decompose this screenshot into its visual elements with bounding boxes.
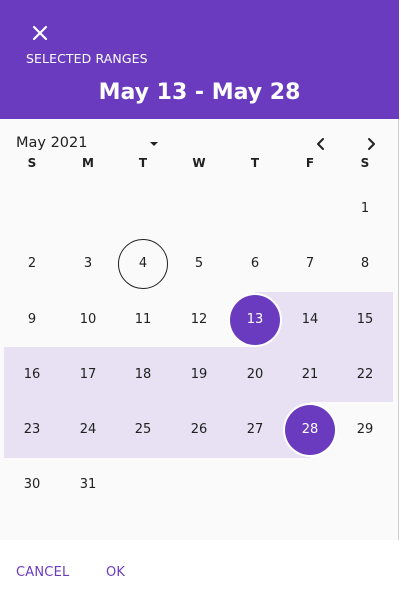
weekday-label: S [27,156,37,170]
calendar-day[interactable]: 26 [174,405,224,455]
date-range-picker-dialog: SELECTED RANGES May 13 - May 28 May 2021… [0,0,399,601]
previous-month-button[interactable] [309,132,333,156]
calendar-day[interactable]: 8 [340,239,390,289]
weekday-label: S [360,156,370,170]
calendar-day[interactable]: 30 [7,460,57,510]
calendar-day[interactable]: 18 [118,350,168,400]
calendar-day[interactable]: 14 [285,295,335,345]
calendar-day[interactable]: 29 [340,405,390,455]
calendar-day[interactable]: 24 [63,405,113,455]
calendar-day[interactable]: 27 [230,405,280,455]
calendar-day[interactable]: 16 [7,350,57,400]
calendar-day[interactable]: 23 [7,405,57,455]
close-icon [32,25,48,41]
month-dropdown-button[interactable] [144,134,164,154]
next-month-button[interactable] [359,132,383,156]
calendar-day[interactable]: 3 [63,239,113,289]
calendar-day[interactable]: 19 [174,350,224,400]
calendar-day[interactable]: 25 [118,405,168,455]
calendar-day[interactable]: 10 [63,295,113,345]
range-start-day[interactable]: 13 [230,295,280,345]
close-button[interactable] [26,19,54,47]
calendar-day[interactable]: 6 [230,239,280,289]
selected-range-title: May 13 - May 28 [98,80,301,105]
calendar-day[interactable]: 9 [7,295,57,345]
calendar-day[interactable]: 7 [285,239,335,289]
calendar-day[interactable]: 12 [174,295,224,345]
calendar-day[interactable]: 22 [340,350,390,400]
picker-header: SELECTED RANGES May 13 - May 28 [0,0,399,119]
calendar-day[interactable]: 11 [118,295,168,345]
calendar-day[interactable]: 17 [63,350,113,400]
calendar-day[interactable]: 1 [340,184,390,234]
month-year-label[interactable]: May 2021 [16,135,88,151]
selected-ranges-label: SELECTED RANGES [26,51,148,66]
calendar-day[interactable]: 21 [285,350,335,400]
calendar-day[interactable]: 5 [174,239,224,289]
cancel-button[interactable]: CANCEL [16,565,69,580]
caret-down-icon [150,142,158,146]
weekday-label: W [192,156,206,170]
calendar-day[interactable]: 4 [118,239,168,289]
calendar-day[interactable]: 15 [340,295,390,345]
chevron-left-icon [317,138,324,150]
weekday-label: F [305,156,315,170]
chevron-right-icon [368,138,375,150]
weekday-label: T [138,156,148,170]
weekday-label: T [250,156,260,170]
weekday-label: M [82,156,94,170]
range-end-day[interactable]: 28 [285,405,335,455]
calendar-day[interactable]: 2 [7,239,57,289]
calendar-day[interactable]: 20 [230,350,280,400]
calendar-day[interactable]: 31 [63,460,113,510]
ok-button[interactable]: OK [106,565,125,580]
